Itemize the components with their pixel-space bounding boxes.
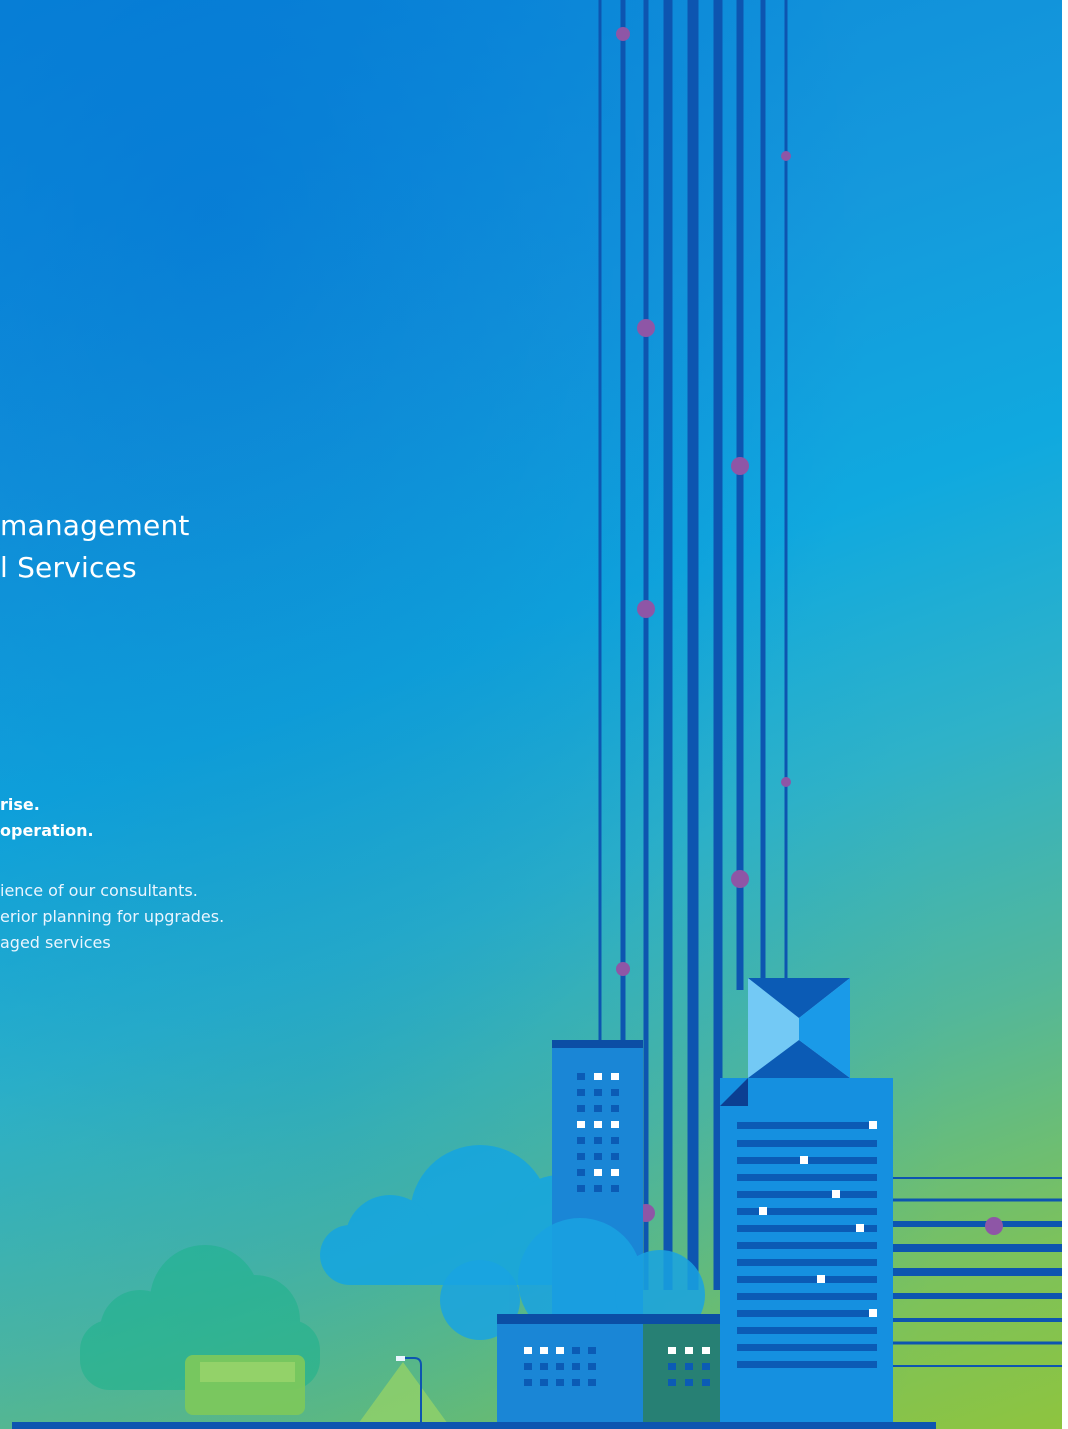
highlight-line: operation. [0,821,94,840]
body-line: ience of our consultants. [0,881,198,900]
title-line-1: management [0,509,190,542]
body-line: erior planning for upgrades. [0,907,225,926]
poster-background: management l Services rise. operation. i… [0,0,1062,1429]
city-illustration [12,0,1062,1429]
highlight-text: rise. operation. [0,792,94,844]
page-edge [1062,0,1068,1429]
bus-illustration [185,1355,305,1415]
ground-line [12,1422,936,1429]
page-title: management l Services [0,505,190,589]
building-low [497,1314,720,1424]
title-line-2: l Services [0,551,137,584]
skyscraper-illustration [720,978,893,1424]
connection-lines [893,1177,1062,1367]
street-lamp-illustration [358,1356,448,1424]
body-line: aged services [0,933,111,952]
body-text: ience of our consultants. erior planning… [0,878,224,956]
highlight-line: rise. [0,795,40,814]
